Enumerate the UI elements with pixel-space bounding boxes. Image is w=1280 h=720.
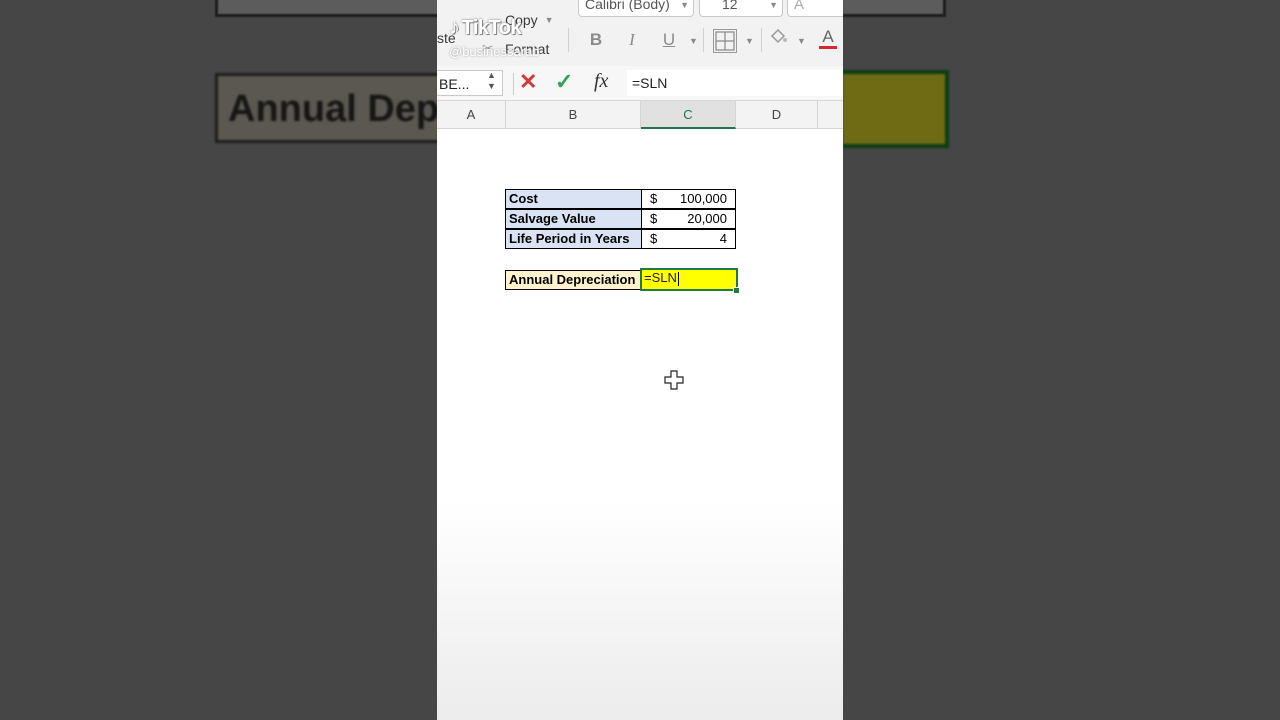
column-header-c[interactable]: C [641,101,736,129]
name-box-stepper-icon[interactable]: ▲ ▼ [487,70,496,92]
chevron-down-icon: ▼ [544,15,554,25]
currency-symbol: $ [650,211,658,226]
tiktok-logo-icon: ♪ [449,14,460,39]
column-header-a[interactable]: A [437,101,506,129]
formula-bar-divider [513,73,514,95]
enter-check-icon[interactable]: ✓ [555,69,573,95]
active-cell-c8[interactable]: =SLN [640,268,738,291]
salvage-value-label[interactable]: Salvage Value [505,209,642,229]
bold-button[interactable]: B [583,27,609,53]
font-size-value: 12 [722,0,738,12]
life-period-label[interactable]: Life Period in Years [505,229,642,249]
font-color-letter: A [822,27,834,46]
tiktok-watermark: ♪ TikTok [449,14,522,40]
italic-button[interactable]: I [619,27,645,53]
cancel-icon[interactable]: ✕ [519,69,537,95]
plus-cursor-icon [664,370,684,390]
salvage-value: 20,000 [687,211,727,226]
blurred-annual-label: Annual Dep [215,73,437,143]
font-name-value: Calibri (Body) [585,0,670,12]
borders-icon[interactable] [713,29,737,53]
blurred-top-cell [215,0,437,17]
chevron-down-icon: ▼ [680,0,689,10]
life-period-cell[interactable]: $ 4 [641,229,736,249]
insert-function-icon[interactable]: fx [594,70,608,93]
video-frame: Annual Dep ste Copy ▼ ✂ Format Calibri (… [0,0,1280,720]
blurred-annual-text: Annual Dep [228,88,437,130]
chevron-down-icon: ▼ [769,0,778,10]
column-header-e[interactable] [818,101,843,129]
ribbon-divider [703,28,704,52]
tiktok-wordmark: TikTok [461,17,522,39]
creator-handle: @businessarab [449,44,540,59]
cost-value: 100,000 [680,191,727,206]
grow-font-button[interactable]: A [787,0,843,17]
active-cell-text: =SLN [644,270,677,285]
cost-label[interactable]: Cost [505,189,642,209]
column-header-b[interactable]: B [506,101,641,129]
cost-value-cell[interactable]: $ 100,000 [641,189,736,209]
grow-font-icon: A [794,0,805,13]
chevron-down-icon[interactable]: ▼ [689,36,698,46]
font-color-button[interactable]: A [815,24,841,50]
annual-depreciation-label[interactable]: Annual Depreciation [505,270,642,290]
fill-handle[interactable] [733,287,740,294]
chevron-down-icon[interactable]: ▼ [797,36,806,46]
underline-button[interactable]: U [656,27,682,53]
currency-symbol: $ [650,191,658,206]
ribbon-divider [761,28,762,52]
ribbon: ste Copy ▼ ✂ Format Calibri (Body) ▼ 12 … [437,0,843,67]
ribbon-divider [568,28,569,52]
blurred-background-left: Annual Dep [0,0,437,720]
blurred-background-right [843,0,1280,720]
chevron-down-icon[interactable]: ▼ [745,36,754,46]
blurred-active-cell [843,70,949,148]
font-color-swatch [819,46,837,49]
column-header-d[interactable]: D [736,101,818,129]
blurred-top-cell-right [843,0,946,17]
life-period-value: 4 [719,231,727,246]
currency-symbol: $ [650,231,658,246]
excel-window: ste Copy ▼ ✂ Format Calibri (Body) ▼ 12 … [437,0,843,720]
font-name-select[interactable]: Calibri (Body) ▼ [578,0,694,17]
text-caret [677,271,679,286]
font-size-select[interactable]: 12 ▼ [699,0,783,17]
formula-bar: BE... ▲ ▼ ✕ ✓ fx =SLN [437,66,843,101]
salvage-value-cell[interactable]: $ 20,000 [641,209,736,229]
fill-color-icon[interactable] [767,25,793,51]
formula-input[interactable]: =SLN [627,70,843,96]
